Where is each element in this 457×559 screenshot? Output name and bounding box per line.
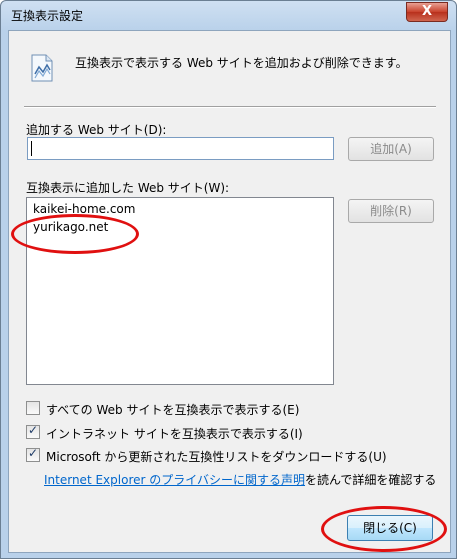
- add-button[interactable]: 追加(A): [348, 137, 434, 161]
- option-all-sites-label: すべての Web サイトを互換表示で表示する(E): [46, 403, 300, 417]
- option-intranet-label: イントラネット サイトを互換表示で表示する(I): [46, 427, 303, 441]
- option-download-label: Microsoft から更新された互換性リストをダウンロードする(U): [46, 450, 387, 464]
- privacy-link[interactable]: Internet Explorer のプライバシーに関する声明: [44, 473, 305, 487]
- checkbox-intranet-sites[interactable]: ✓: [26, 423, 40, 439]
- compatibility-view-icon: [31, 54, 53, 82]
- checkbox-all-sites[interactable]: [26, 401, 40, 415]
- remove-button[interactable]: 削除(R): [348, 199, 434, 223]
- checkmark-icon: ✓: [28, 446, 39, 460]
- added-sites-list[interactable]: kaikei-home.com yurikago.net: [26, 197, 334, 385]
- privacy-suffix: を読んで詳細を確認する: [305, 473, 437, 487]
- text-caret: [31, 141, 32, 156]
- add-site-input[interactable]: [27, 137, 334, 160]
- dialog-window: 互換表示設定 X 互換表示で表示する Web サイトを追加および削除できます。 …: [0, 0, 457, 559]
- added-sites-label: 互換表示に追加した Web サイト(W):: [26, 181, 230, 195]
- list-item[interactable]: yurikago.net: [33, 220, 108, 234]
- window-title: 互換表示設定: [11, 9, 84, 23]
- intro-text: 互換表示で表示する Web サイトを追加および削除できます。: [75, 56, 408, 70]
- checkbox-download-list[interactable]: ✓: [26, 446, 40, 462]
- close-icon: X: [421, 4, 433, 19]
- close-dialog-button[interactable]: 閉じる(C): [347, 515, 433, 541]
- divider: [24, 106, 436, 108]
- checkmark-icon: ✓: [28, 423, 39, 437]
- dialog-client-area: 互換表示で表示する Web サイトを追加および削除できます。 追加する Web …: [8, 30, 451, 553]
- privacy-statement: Internet Explorer のプライバシーに関する声明を読んで詳細を確認…: [44, 471, 436, 488]
- list-item[interactable]: kaikei-home.com: [33, 202, 135, 216]
- add-site-label: 追加する Web サイト(D):: [26, 123, 167, 137]
- window-close-button[interactable]: X: [406, 2, 448, 22]
